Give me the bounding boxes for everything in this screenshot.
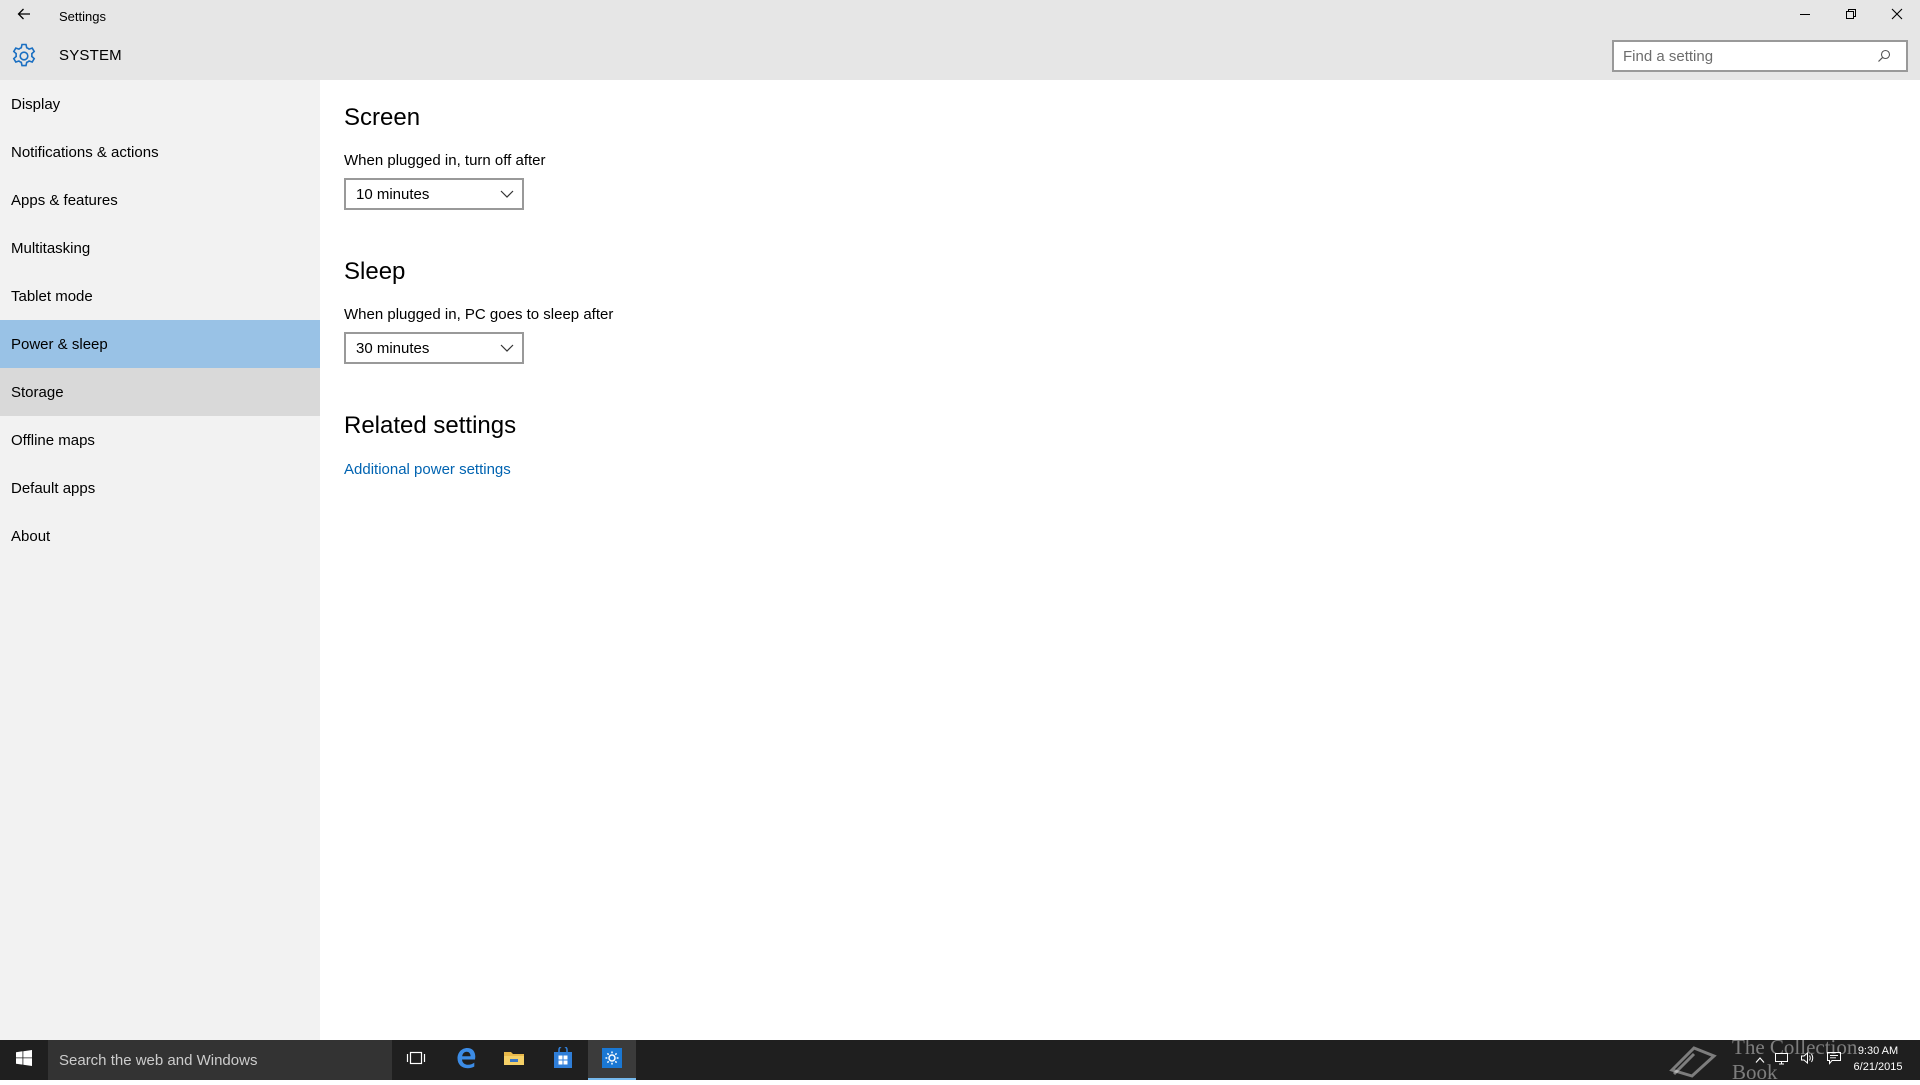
taskbar-search[interactable]: Search the web and Windows xyxy=(48,1040,392,1080)
file-explorer-icon xyxy=(503,1049,525,1072)
sleep-timeout-value: 30 minutes xyxy=(356,339,430,357)
watermark: The Collection Book xyxy=(1668,1035,1898,1084)
store-button[interactable] xyxy=(539,1040,587,1080)
sidebar-item-label: Tablet mode xyxy=(11,287,93,305)
sidebar-item-about[interactable]: About xyxy=(0,512,320,560)
screen-timeout-value: 10 minutes xyxy=(356,185,430,203)
start-button[interactable] xyxy=(0,1040,48,1080)
restore-icon xyxy=(1845,7,1857,25)
sidebar-item-power-sleep[interactable]: Power & sleep xyxy=(0,320,320,368)
screen-timeout-label: When plugged in, turn off after xyxy=(344,152,546,169)
page-title: SYSTEM xyxy=(59,47,122,64)
screen-section-title: Screen xyxy=(344,104,421,131)
taskbar-search-placeholder: Search the web and Windows xyxy=(59,1051,258,1069)
sidebar-item-apps-features[interactable]: Apps & features xyxy=(0,176,320,224)
sidebar-item-label: Apps & features xyxy=(11,191,118,209)
close-icon xyxy=(1891,7,1903,25)
back-button[interactable] xyxy=(0,0,48,32)
search-icon[interactable] xyxy=(1870,42,1898,70)
edge-icon xyxy=(454,1046,478,1075)
watermark-text: The Collection Book xyxy=(1732,1035,1858,1084)
screen-timeout-dropdown[interactable]: 10 minutes xyxy=(344,178,524,210)
gear-icon xyxy=(10,42,38,70)
sleep-timeout-label: When plugged in, PC goes to sleep after xyxy=(344,306,614,323)
sleep-section-title: Sleep xyxy=(344,258,406,285)
sidebar-item-multitasking[interactable]: Multitasking xyxy=(0,224,320,272)
taskbar: Search the web and Windows 9:30 AM 6/21/… xyxy=(0,1035,1920,1084)
sleep-timeout-dropdown[interactable]: 30 minutes xyxy=(344,332,524,364)
sidebar-item-default-apps[interactable]: Default apps xyxy=(0,464,320,512)
sidebar-item-notifications[interactable]: Notifications & actions xyxy=(0,128,320,176)
title-bar: Settings xyxy=(0,0,1920,32)
content-pane: Screen When plugged in, turn off after 1… xyxy=(320,80,1920,1040)
settings-header: SYSTEM xyxy=(0,32,1920,80)
sidebar-item-display[interactable]: Display xyxy=(0,80,320,128)
file-explorer-button[interactable] xyxy=(490,1040,538,1080)
settings-icon xyxy=(601,1047,623,1074)
sidebar-item-label: About xyxy=(11,527,51,545)
edge-button[interactable] xyxy=(442,1040,490,1080)
sidebar-item-label: Power & sleep xyxy=(11,335,108,353)
task-view-icon xyxy=(406,1050,426,1071)
sidebar-item-label: Display xyxy=(11,95,61,113)
search-input[interactable] xyxy=(1614,42,1870,70)
task-view-button[interactable] xyxy=(392,1040,440,1080)
book-icon xyxy=(1668,1042,1718,1078)
sidebar-item-label: Default apps xyxy=(11,479,96,497)
settings-taskbar-button[interactable] xyxy=(588,1040,636,1080)
store-icon xyxy=(552,1044,574,1074)
sidebar-item-label: Offline maps xyxy=(11,431,95,449)
sidebar-item-label: Notifications & actions xyxy=(11,143,159,161)
related-settings-title: Related settings xyxy=(344,412,517,439)
sidebar-item-label: Storage xyxy=(11,383,64,401)
sidebar-item-offline-maps[interactable]: Offline maps xyxy=(0,416,320,464)
window-title: Settings xyxy=(59,8,106,24)
back-arrow-icon xyxy=(16,6,32,27)
sidebar-item-label: Multitasking xyxy=(11,239,91,257)
windows-logo-icon xyxy=(16,1049,32,1071)
chevron-down-icon xyxy=(500,344,514,352)
search-box[interactable] xyxy=(1612,40,1908,72)
sidebar-item-storage[interactable]: Storage xyxy=(0,368,320,416)
additional-power-settings-link[interactable]: Additional power settings xyxy=(344,461,511,478)
chevron-down-icon xyxy=(500,190,514,198)
sidebar: Display Notifications & actions Apps & f… xyxy=(0,80,320,1040)
close-button[interactable] xyxy=(1874,0,1920,32)
restore-button[interactable] xyxy=(1828,0,1874,32)
sidebar-item-tablet-mode[interactable]: Tablet mode xyxy=(0,272,320,320)
window-controls xyxy=(1782,0,1920,32)
minimize-button[interactable] xyxy=(1782,0,1828,32)
minimize-icon xyxy=(1799,7,1811,25)
